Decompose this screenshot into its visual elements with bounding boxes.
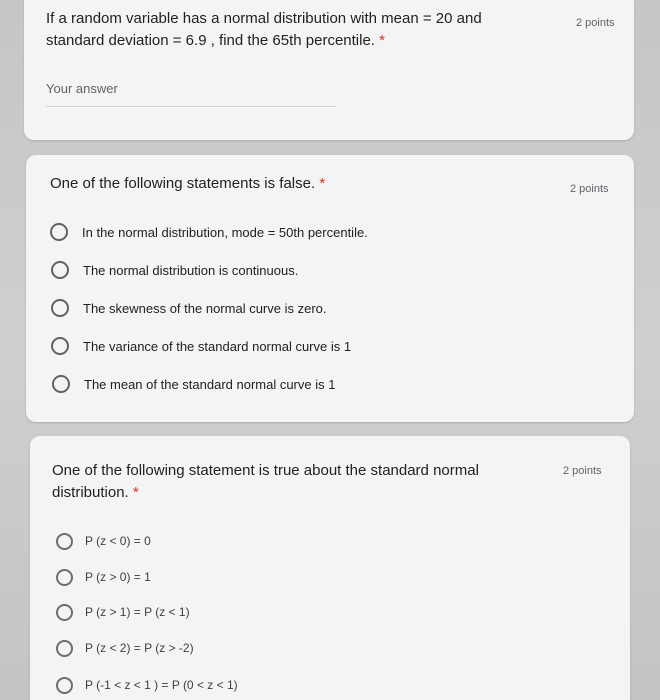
question-3-title: One of the following statement is true a…	[52, 460, 532, 504]
answer-placeholder: Your answer	[46, 81, 118, 96]
question-1-title-line2: standard deviation = 6.9 , find the 65th…	[46, 32, 375, 49]
radio-option[interactable]: The normal distribution is continuous.	[51, 259, 298, 281]
required-asterisk: *	[319, 175, 326, 192]
radio-button[interactable]	[56, 676, 73, 694]
radio-option-label: P (z > 0) = 1	[85, 570, 151, 584]
radio-button[interactable]	[56, 603, 73, 621]
radio-option[interactable]: The variance of the standard normal curv…	[51, 335, 351, 357]
question-1-title-line1: If a random variable has a normal distri…	[46, 10, 482, 27]
question-3-title-line1: One of the following statement is true a…	[52, 462, 479, 479]
question-2-title-text: One of the following statements is false…	[50, 175, 316, 192]
radio-option-label: The mean of the standard normal curve is…	[84, 376, 336, 392]
answer-input[interactable]: Your answer	[46, 78, 336, 107]
radio-button[interactable]	[51, 299, 69, 317]
radio-option-label: P (z > 1) = P (z < 1)	[85, 605, 190, 619]
radio-option[interactable]: P (z < 2) = P (z > -2)	[56, 637, 194, 659]
radio-option[interactable]: P (z > 1) = P (z < 1)	[56, 601, 190, 623]
question-2-title: One of the following statements is false…	[50, 173, 530, 195]
radio-button[interactable]	[56, 532, 73, 550]
form-page: If a random variable has a normal distri…	[0, 0, 660, 700]
radio-option[interactable]: The mean of the standard normal curve is…	[52, 373, 335, 395]
radio-option[interactable]: P (-1 < z < 1 ) = P (0 < z < 1)	[56, 674, 238, 696]
required-asterisk: *	[132, 484, 139, 501]
radio-option-label: P (-1 < z < 1 ) = P (0 < z < 1)	[85, 678, 238, 692]
radio-option-label: The skewness of the normal curve is zero…	[83, 300, 327, 316]
required-asterisk: *	[379, 32, 385, 49]
question-1-points: 2 points	[576, 17, 615, 29]
radio-option[interactable]: P (z > 0) = 1	[56, 566, 151, 588]
question-card-1: If a random variable has a normal distri…	[24, 0, 634, 140]
radio-button[interactable]	[52, 375, 70, 393]
radio-button[interactable]	[51, 337, 69, 355]
question-3-points: 2 points	[563, 465, 602, 477]
question-card-3: One of the following statement is true a…	[30, 436, 630, 700]
radio-option-label: P (z < 0) = 0	[85, 534, 151, 548]
radio-option-label: The normal distribution is continuous.	[83, 262, 299, 278]
radio-button[interactable]	[56, 568, 73, 586]
radio-option[interactable]: In the normal distribution, mode = 50th …	[50, 221, 368, 243]
question-3-title-line2: distribution.	[52, 484, 129, 501]
radio-option-label: In the normal distribution, mode = 50th …	[82, 224, 368, 240]
radio-option-label: P (z < 2) = P (z > -2)	[85, 641, 194, 655]
radio-button[interactable]	[50, 223, 68, 241]
radio-button[interactable]	[56, 639, 73, 657]
radio-option[interactable]: The skewness of the normal curve is zero…	[51, 297, 327, 319]
question-card-2: One of the following statements is false…	[26, 155, 634, 422]
question-2-points: 2 points	[570, 183, 609, 195]
radio-option-label: The variance of the standard normal curv…	[83, 338, 352, 354]
radio-option[interactable]: P (z < 0) = 0	[56, 530, 151, 552]
radio-button[interactable]	[51, 261, 69, 279]
question-1-title: If a random variable has a normal distri…	[46, 8, 526, 52]
